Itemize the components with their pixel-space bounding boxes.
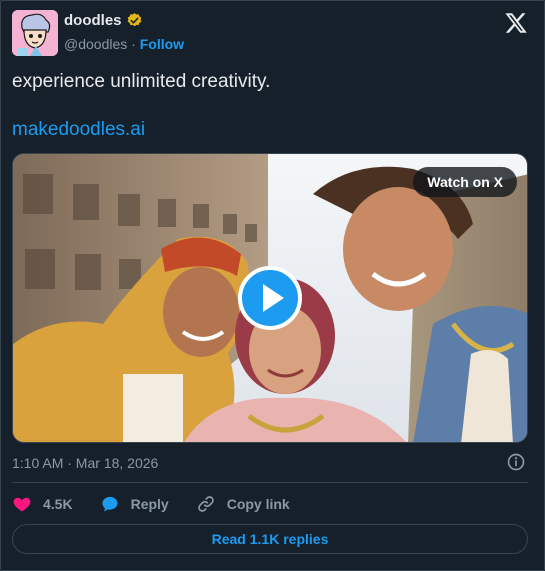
- play-button[interactable]: [238, 266, 302, 330]
- display-name[interactable]: doodles: [64, 12, 122, 29]
- avatar[interactable]: [12, 10, 58, 56]
- heart-icon: [13, 497, 31, 512]
- follow-button[interactable]: Follow: [140, 36, 184, 52]
- copy-link-button[interactable]: Copy link: [196, 494, 290, 514]
- play-icon: [263, 284, 284, 312]
- x-logo-icon[interactable]: [504, 11, 528, 35]
- like-count: 4.5K: [43, 496, 73, 512]
- reply-label: Reply: [130, 496, 169, 512]
- tweet-card: doodles @doodles · Follow experience unl…: [0, 0, 545, 571]
- tweet-link[interactable]: makedoodles.ai: [12, 119, 145, 141]
- tweet-timestamp[interactable]: 1:10 AM · Mar 18, 2026: [12, 455, 158, 471]
- handle[interactable]: @doodles: [64, 36, 127, 52]
- info-icon[interactable]: [506, 452, 526, 472]
- copy-link-label: Copy link: [226, 496, 290, 512]
- read-replies-button[interactable]: Read 1.1K replies: [12, 524, 528, 554]
- divider: [12, 482, 528, 483]
- like-button[interactable]: 4.5K: [12, 494, 73, 514]
- handle-row: @doodles · Follow: [64, 36, 184, 52]
- action-bar: 4.5K Reply Copy link: [12, 493, 317, 515]
- reply-button[interactable]: Reply: [100, 494, 169, 514]
- display-name-row: doodles: [64, 12, 143, 29]
- reply-bubble-icon: [102, 496, 118, 512]
- watch-on-x-button[interactable]: Watch on X: [413, 167, 517, 197]
- link-icon: [197, 496, 214, 512]
- verified-badge-icon: [127, 13, 141, 27]
- video-media[interactable]: Watch on X: [12, 153, 528, 443]
- tweet-text: experience unlimited creativity.: [12, 71, 271, 92]
- doodle-avatar-icon: [12, 10, 58, 56]
- separator: ·: [131, 36, 136, 52]
